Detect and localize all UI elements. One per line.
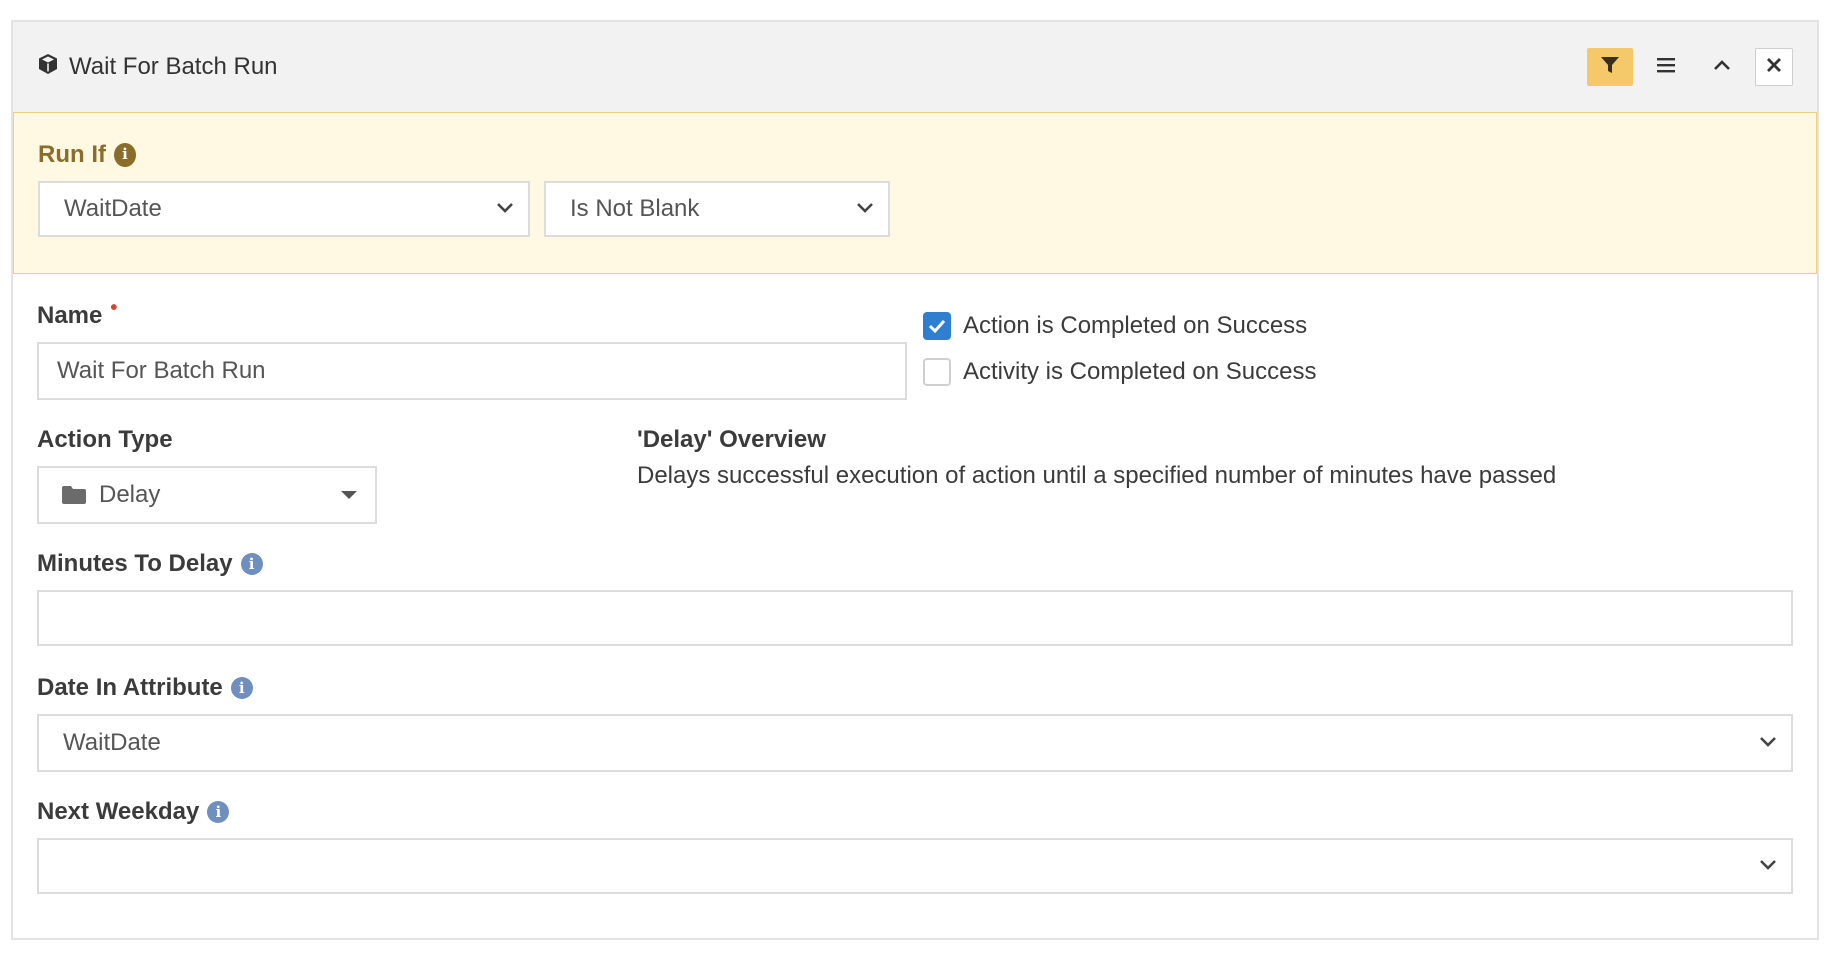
info-icon[interactable]: i	[207, 801, 230, 823]
name-label: Name •	[37, 297, 117, 330]
panel-title-text: Wait For Batch Run	[69, 53, 278, 80]
overview-title: 'Delay' Overview	[637, 426, 826, 453]
run-if-attribute-value: WaitDate	[64, 195, 162, 222]
date-in-attribute-select[interactable]: WaitDate	[37, 714, 1793, 772]
info-icon[interactable]: i	[230, 677, 253, 699]
action-panel: Wait For Batch Run Run If i WaitDate Is …	[11, 20, 1819, 940]
name-label-text: Name	[37, 302, 103, 329]
collapse-button[interactable]	[1699, 48, 1745, 86]
cube-icon	[37, 53, 59, 82]
menu-icon	[1655, 55, 1677, 80]
panel-header[interactable]: Wait For Batch Run	[13, 22, 1817, 113]
run-if-label: Run If i	[38, 141, 136, 169]
checkbox-unchecked[interactable]	[923, 358, 951, 386]
close-button[interactable]	[1755, 48, 1793, 86]
run-if-condition-value: Is Not Blank	[570, 195, 700, 222]
next-weekday-label-text: Next Weekday	[37, 798, 200, 825]
close-icon	[1765, 56, 1783, 79]
date-in-attribute-label-text: Date In Attribute	[37, 674, 223, 701]
action-type-select[interactable]: Delay	[37, 466, 377, 524]
minutes-to-delay-input[interactable]	[37, 590, 1793, 646]
overview-description: Delays successful execution of action un…	[637, 462, 1557, 489]
checkbox-checked[interactable]	[923, 312, 951, 340]
chevron-up-icon	[1711, 55, 1733, 80]
run-if-attribute-select[interactable]: WaitDate	[38, 181, 530, 237]
activity-completed-checkbox[interactable]: Activity is Completed on Success	[923, 358, 1316, 386]
action-type-label-text: Action Type	[37, 426, 173, 453]
run-if-section: Run If i WaitDate Is Not Blank	[13, 112, 1817, 274]
action-completed-label: Action is Completed on Success	[963, 312, 1308, 339]
action-type-value: Delay	[99, 481, 161, 508]
run-if-label-text: Run If	[38, 141, 106, 168]
panel-title: Wait For Batch Run	[37, 22, 278, 112]
date-in-attribute-value: WaitDate	[63, 729, 161, 756]
action-completed-checkbox[interactable]: Action is Completed on Success	[923, 312, 1307, 340]
name-input[interactable]: Wait For Batch Run	[37, 342, 907, 400]
action-type-label: Action Type	[37, 426, 173, 454]
check-icon	[928, 319, 946, 333]
chevron-down-icon	[1760, 860, 1776, 870]
date-in-attribute-label: Date In Attribute i	[37, 674, 253, 702]
chevron-down-icon	[1760, 737, 1776, 747]
chevron-down-icon	[497, 203, 513, 213]
activity-completed-label: Activity is Completed on Success	[963, 358, 1317, 385]
name-input-value: Wait For Batch Run	[57, 357, 266, 384]
minutes-to-delay-label-text: Minutes To Delay	[37, 550, 233, 577]
chevron-down-icon	[857, 203, 873, 213]
header-actions	[1587, 48, 1793, 86]
next-weekday-label: Next Weekday i	[37, 798, 230, 826]
caret-down-icon	[341, 491, 357, 499]
filter-icon	[1599, 54, 1621, 81]
run-if-condition-select[interactable]: Is Not Blank	[544, 181, 890, 237]
next-weekday-select[interactable]	[37, 838, 1793, 894]
info-icon[interactable]: i	[240, 553, 263, 575]
info-icon[interactable]: i	[113, 143, 136, 167]
minutes-to-delay-label: Minutes To Delay i	[37, 550, 263, 578]
menu-button[interactable]	[1643, 48, 1689, 86]
filter-button[interactable]	[1587, 48, 1633, 86]
folder-icon	[61, 485, 87, 505]
required-marker: •	[110, 296, 118, 319]
